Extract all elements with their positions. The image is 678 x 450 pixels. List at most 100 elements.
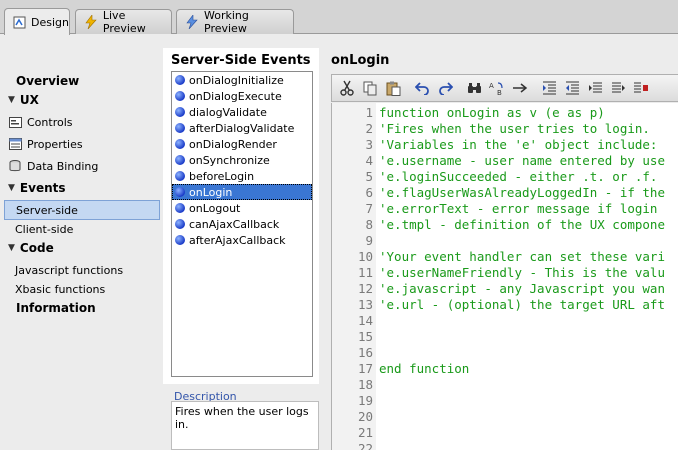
nav-item-client-side[interactable]: Client-side — [0, 219, 162, 239]
event-item[interactable]: beforeLogin — [172, 168, 312, 184]
nav-information-label: Information — [16, 301, 96, 315]
bookmark-icon[interactable] — [630, 77, 652, 99]
nav-controls-label: Controls — [27, 115, 73, 129]
redo-icon[interactable] — [434, 77, 456, 99]
line-number: 4 — [365, 153, 373, 168]
tab-working-preview[interactable]: Working Preview — [176, 9, 294, 35]
tab-design[interactable]: Design — [4, 8, 70, 35]
nav-item-xbasic-functions[interactable]: Xbasic functions — [0, 279, 162, 299]
cut-icon[interactable] — [336, 77, 358, 99]
tab-live-preview[interactable]: Live Preview — [75, 9, 172, 35]
line-number: 8 — [365, 217, 373, 232]
nav-overview[interactable]: Overview — [0, 71, 162, 91]
nav-item-javascript-functions[interactable]: Javascript functions — [0, 260, 162, 280]
outdent-icon[interactable] — [561, 77, 583, 99]
comment-icon[interactable] — [584, 77, 606, 99]
event-item-label: afterDialogValidate — [189, 121, 295, 135]
nav-properties-label: Properties — [27, 137, 83, 151]
expand-triangle-icon: ▼ — [8, 95, 15, 105]
copy-icon[interactable] — [359, 77, 381, 99]
replace-icon[interactable]: AB — [486, 77, 508, 99]
tab-working-preview-label: Working Preview — [204, 9, 249, 35]
event-item[interactable]: canAjaxCallback — [172, 216, 312, 232]
line-number: 14 — [357, 313, 373, 328]
line-number: 9 — [365, 233, 373, 248]
paste-icon[interactable] — [382, 77, 404, 99]
svg-text:B: B — [497, 89, 502, 96]
event-bullet-icon — [175, 219, 185, 229]
event-item[interactable]: onLogin — [172, 184, 312, 200]
description-text: Fires when the user logs in. — [175, 405, 309, 431]
expand-triangle-icon: ▼ — [8, 183, 15, 193]
database-icon — [8, 160, 22, 172]
nav-information[interactable]: Information — [0, 298, 162, 318]
code-text: 'e.errorText - error message if login — [379, 201, 658, 216]
event-item-label: beforeLogin — [189, 169, 255, 183]
nav-events-label: Events — [19, 181, 66, 195]
code-editor[interactable]: 1 function onLogin as v (e as p) 2 'Fires w… — [331, 103, 678, 450]
code-text: 'e.userNameFriendly - This is the valu — [379, 265, 665, 280]
nav-javascript-functions-label: Javascript functions — [15, 263, 124, 277]
tab-bar: Design Live Preview Working Preview — [0, 0, 678, 35]
nav-group-events[interactable]: ▼ Events — [0, 178, 162, 198]
nav-item-properties[interactable]: Properties — [0, 134, 162, 154]
event-item[interactable]: onDialogExecute — [172, 88, 312, 104]
nav-data-binding-label: Data Binding — [27, 159, 99, 173]
code-text: 'e.loginSucceeded - either .t. or .f. — [379, 169, 658, 184]
event-item[interactable]: afterDialogValidate — [172, 120, 312, 136]
find-icon[interactable] — [463, 77, 485, 99]
line-number: 17 — [357, 361, 373, 376]
line-number: 2 — [365, 121, 373, 136]
nav-group-ux[interactable]: ▼ UX — [0, 90, 162, 110]
nav-item-data-binding[interactable]: Data Binding — [0, 156, 162, 176]
event-bullet-icon — [175, 203, 185, 213]
events-list[interactable]: onDialogInitialize onDialogExecute dialogV… — [171, 71, 313, 377]
line-number: 11 — [357, 265, 373, 280]
nav-code-label: Code — [19, 241, 54, 255]
editor-title: onLogin — [331, 53, 390, 68]
event-item[interactable]: onDialogRender — [172, 136, 312, 152]
line-number: 15 — [357, 329, 373, 344]
nav-group-code[interactable]: ▼ Code — [0, 238, 162, 258]
nav-server-side-label: Server-side — [16, 203, 78, 217]
event-item[interactable]: dialogValidate — [172, 104, 312, 120]
line-number: 5 — [365, 169, 373, 184]
code-text: 'e.username - user name entered by use — [379, 153, 665, 168]
event-bullet-icon — [175, 139, 185, 149]
event-item[interactable]: onDialogInitialize — [172, 72, 312, 88]
code-text: end function — [379, 361, 470, 376]
line-number: 16 — [357, 345, 373, 360]
undo-icon[interactable] — [411, 77, 433, 99]
expand-triangle-icon: ▼ — [8, 243, 15, 253]
controls-icon — [8, 116, 22, 128]
goto-icon[interactable] — [509, 77, 531, 99]
event-bullet-icon — [175, 187, 185, 197]
code-text: 'e.tmpl - definition of the UX compone — [379, 217, 665, 232]
line-number: 13 — [357, 297, 373, 312]
code-text: 'e.flagUserWasAlreadyLoggedIn - if the — [379, 185, 665, 200]
event-item-label: onDialogRender — [189, 137, 277, 151]
description-box: Fires when the user logs in. — [171, 401, 319, 450]
line-number: 18 — [357, 377, 373, 392]
code-text: 'Fires when the user tries to login. — [379, 121, 650, 136]
event-bullet-icon — [175, 75, 185, 85]
line-number: 20 — [357, 409, 373, 424]
uncomment-icon[interactable] — [607, 77, 629, 99]
event-item[interactable]: onSynchronize — [172, 152, 312, 168]
event-bullet-icon — [175, 123, 185, 133]
event-bullet-icon — [175, 235, 185, 245]
event-item-label: dialogValidate — [189, 105, 267, 119]
event-item[interactable]: onLogout — [172, 200, 312, 216]
event-item-label: afterAjaxCallback — [189, 233, 286, 247]
line-number: 22 — [357, 441, 373, 450]
svg-text:A: A — [489, 82, 494, 90]
indent-icon[interactable] — [538, 77, 560, 99]
nav-item-controls[interactable]: Controls — [0, 112, 162, 132]
nav-ux-label: UX — [19, 93, 39, 107]
event-item[interactable]: afterAjaxCallback — [172, 232, 312, 248]
properties-icon — [8, 138, 22, 150]
line-number: 21 — [357, 425, 373, 440]
editor-toolbar: AB — [331, 74, 678, 102]
event-item-label: onDialogInitialize — [189, 73, 284, 87]
nav-item-server-side[interactable]: Server-side — [4, 200, 160, 220]
